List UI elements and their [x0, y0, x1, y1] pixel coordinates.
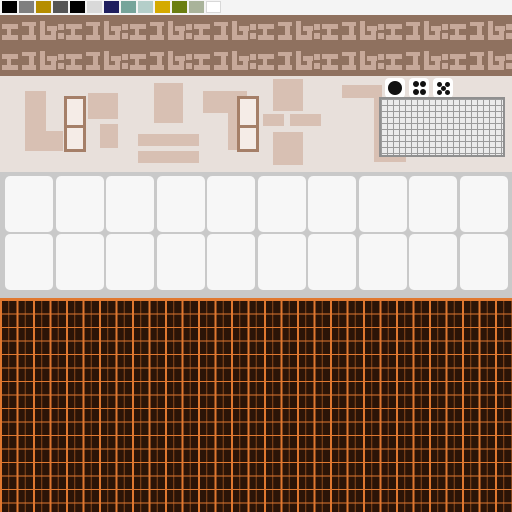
workspace-area: [0, 76, 512, 172]
tilemap-canvas-grid[interactable]: [0, 298, 512, 512]
sprite-tile[interactable]: [450, 21, 512, 44]
sprite-tile[interactable]: [258, 21, 320, 44]
door-sprite[interactable]: [64, 96, 86, 152]
four-pip-die-icon[interactable]: [409, 78, 429, 98]
inventory-slot[interactable]: [55, 234, 104, 290]
sprite-tile[interactable]: [2, 51, 64, 74]
color-swatch[interactable]: [121, 1, 136, 13]
sprite-tile[interactable]: [2, 21, 64, 44]
inventory-slot[interactable]: [156, 176, 205, 232]
color-swatch[interactable]: [189, 1, 204, 13]
color-swatch[interactable]: [155, 1, 170, 13]
decor-block: [154, 83, 183, 123]
color-swatch[interactable]: [104, 1, 119, 13]
decor-block: [25, 91, 46, 151]
inventory-slot[interactable]: [358, 234, 407, 290]
sprite-tile[interactable]: [258, 51, 320, 74]
color-swatch[interactable]: [138, 1, 153, 13]
inventory-slot[interactable]: [207, 176, 255, 232]
inventory-slot[interactable]: [459, 176, 508, 232]
color-swatch[interactable]: [2, 1, 17, 13]
canvas-fine-gridlines: [0, 300, 512, 512]
inventory-slot[interactable]: [409, 176, 457, 232]
inventory-slot-panel: [0, 172, 512, 298]
decor-block: [138, 151, 199, 163]
sprite-tile[interactable]: [130, 21, 192, 44]
one-pip-die-icon[interactable]: [385, 78, 405, 98]
inventory-slot[interactable]: [106, 234, 154, 290]
decor-block: [273, 79, 303, 111]
inventory-slot[interactable]: [257, 234, 306, 290]
inventory-slot[interactable]: [459, 234, 508, 290]
decor-block: [138, 134, 199, 146]
inventory-slot[interactable]: [5, 176, 53, 232]
inventory-slot[interactable]: [5, 234, 53, 290]
inventory-slot[interactable]: [257, 176, 306, 232]
decor-block: [290, 114, 321, 126]
color-swatch[interactable]: [53, 1, 68, 13]
five-pip-die-icon[interactable]: [433, 78, 453, 98]
sprite-tile[interactable]: [322, 51, 384, 74]
inventory-slot[interactable]: [55, 176, 104, 232]
inventory-slot[interactable]: [308, 234, 356, 290]
sprite-tile[interactable]: [194, 21, 256, 44]
color-palette-bar: [0, 0, 512, 15]
decor-block: [45, 131, 63, 151]
color-swatch[interactable]: [70, 1, 85, 13]
sprite-tile[interactable]: [386, 51, 448, 74]
sprite-tile[interactable]: [66, 21, 128, 44]
inventory-slot[interactable]: [358, 176, 407, 232]
sprite-tile[interactable]: [322, 21, 384, 44]
color-swatch[interactable]: [206, 1, 221, 13]
inventory-slot[interactable]: [156, 234, 205, 290]
inventory-slot[interactable]: [409, 234, 457, 290]
inventory-slot[interactable]: [106, 176, 154, 232]
color-swatch[interactable]: [36, 1, 51, 13]
sprite-tile[interactable]: [66, 51, 128, 74]
decor-block: [342, 85, 382, 98]
decor-block: [100, 124, 118, 148]
decor-block: [263, 114, 284, 126]
inventory-slot[interactable]: [207, 234, 255, 290]
color-swatch[interactable]: [172, 1, 187, 13]
mini-tile-grid[interactable]: [379, 97, 505, 157]
decor-block: [273, 132, 303, 165]
sprite-tile[interactable]: [194, 51, 256, 74]
color-swatch[interactable]: [19, 1, 34, 13]
door-sprite[interactable]: [237, 96, 259, 152]
tile-sprite-strip: [0, 15, 512, 76]
sprite-tile[interactable]: [450, 51, 512, 74]
sprite-tile[interactable]: [386, 21, 448, 44]
inventory-slot[interactable]: [308, 176, 356, 232]
sprite-tile[interactable]: [130, 51, 192, 74]
color-swatch[interactable]: [87, 1, 102, 13]
decor-block: [88, 93, 118, 119]
